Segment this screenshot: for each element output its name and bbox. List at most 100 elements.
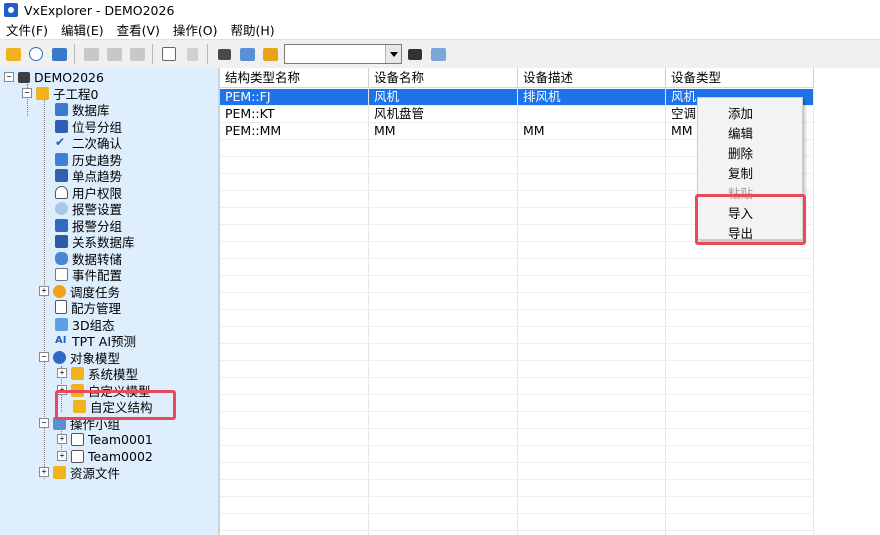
collapse-toggle[interactable]: − [39,352,49,362]
expand-toggle[interactable]: + [57,368,67,378]
toolbar-separator [74,44,75,64]
cut-button[interactable] [81,44,101,64]
expand-toggle[interactable]: + [57,434,67,444]
delete-button[interactable] [182,44,202,64]
grid-header: 结构类型名称 设备名称 设备描述 设备类型 [220,68,814,88]
refresh-icon [29,47,43,61]
column-header[interactable]: 设备描述 [518,68,666,87]
properties-button[interactable] [428,44,448,64]
binoculars-icon [408,48,422,60]
collapse-toggle[interactable]: − [22,88,32,98]
expand-toggle[interactable]: + [39,286,49,296]
context-menu-delete[interactable]: 删除 [728,143,753,162]
tree-item-event-config[interactable]: 事件配置 [55,266,122,283]
context-menu-add[interactable]: 添加 [728,103,753,122]
open-folder-button[interactable] [3,44,23,64]
folder-icon [5,47,21,61]
object-model-icon [53,350,66,364]
cube-icon [55,317,68,331]
archive-icon [262,47,278,61]
column-header[interactable]: 设备类型 [666,68,814,87]
collapse-toggle[interactable]: − [4,72,14,82]
add-icon [162,47,176,61]
tree-network-icon [18,71,30,83]
collapse-toggle[interactable]: − [39,418,49,428]
network-icon [217,48,231,60]
app-icon [4,3,18,17]
data-dump-icon [55,251,68,265]
add-button[interactable] [159,44,179,64]
tree-item-confirm[interactable]: ✔ 二次确认 [55,134,122,151]
tree-item-ai-predict[interactable]: AI TPT AI预测 [55,332,136,349]
folder-icon [71,366,84,380]
tree-item-label: 资源文件 [70,465,121,481]
paste-button[interactable] [127,44,147,64]
network-button[interactable] [214,44,234,64]
properties-icon [430,47,446,61]
toolbar-combo[interactable] [284,44,402,64]
alarm-group-icon [55,218,68,232]
paste-icon [129,47,145,61]
toolbar-separator [152,44,153,64]
archive-button[interactable] [260,44,280,64]
history-trend-icon [55,152,68,166]
refresh-button[interactable] [26,44,46,64]
table-cell: MM [369,123,518,140]
table-cell: MM [518,123,666,140]
save-button[interactable] [49,44,69,64]
highlight-box [55,390,176,420]
table-cell: 排风机 [518,89,666,106]
tree-item-resources[interactable]: + 资源文件 [39,464,121,481]
column-header[interactable]: 结构类型名称 [220,68,369,87]
tag-group-icon [55,119,68,133]
event-config-icon [55,267,68,281]
find-button[interactable] [405,44,425,64]
expand-toggle[interactable]: + [39,467,49,477]
recipe-icon [55,300,67,314]
table-cell: 风机盘管 [369,106,518,123]
folder-icon [36,86,49,100]
chevron-down-icon[interactable] [385,45,401,63]
table-cell: PEM::MM [220,123,369,140]
tree-item-single-trend[interactable]: 单点趋势 [55,167,122,184]
tree-item-recipe[interactable]: 配方管理 [55,299,121,316]
single-trend-icon [55,168,68,182]
user-icon [55,185,68,199]
monitor-icon [239,47,255,61]
table-cell [518,106,666,123]
window-title: VxExplorer - DEMO2026 [24,2,175,18]
tree-item-alarm-settings[interactable]: 报警设置 [55,200,122,217]
title-bar: VxExplorer - DEMO2026 [0,0,880,20]
table-cell: PEM::KT [220,106,369,123]
monitor-button[interactable] [237,44,257,64]
copy-icon [106,47,122,61]
toolbar [0,39,880,69]
ai-icon: AI [55,334,67,346]
table-cell: PEM::FJ [220,89,369,106]
menu-operate[interactable]: 操作(O) [167,20,225,39]
tree-item-database[interactable]: 数据库 [55,101,110,118]
menu-bar: 文件(F) 编辑(E) 查看(V) 操作(O) 帮助(H) [0,20,880,39]
tree-panel: − DEMO2026 − 子工程0 数据库 位号分组 ✔ 二次确认 历史趋势 单点… [0,68,220,535]
highlight-box [695,194,806,245]
context-menu-copy[interactable]: 复制 [728,163,753,182]
cut-icon [83,47,99,61]
clock-icon [53,284,66,298]
menu-view[interactable]: 查看(V) [111,20,167,39]
toolbar-separator [207,44,208,64]
copy-button[interactable] [104,44,124,64]
column-header[interactable]: 设备名称 [369,68,518,87]
menu-file[interactable]: 文件(F) [0,20,55,39]
expand-toggle[interactable]: + [57,451,67,461]
delete-icon [186,47,198,61]
tree-root-label: DEMO2026 [34,69,104,85]
database-icon [55,102,68,116]
menu-help[interactable]: 帮助(H) [225,20,282,39]
tree-item-relational-db[interactable]: 关系数据库 [55,233,135,250]
tree-item-system-model[interactable]: + 系统模型 [57,365,138,382]
tree-item-label: Team0001 [88,431,153,447]
team-icon [71,449,84,463]
context-menu-edit[interactable]: 编辑 [728,123,753,142]
menu-edit[interactable]: 编辑(E) [55,20,111,39]
tree-item-team[interactable]: + Team0001 [57,431,153,447]
